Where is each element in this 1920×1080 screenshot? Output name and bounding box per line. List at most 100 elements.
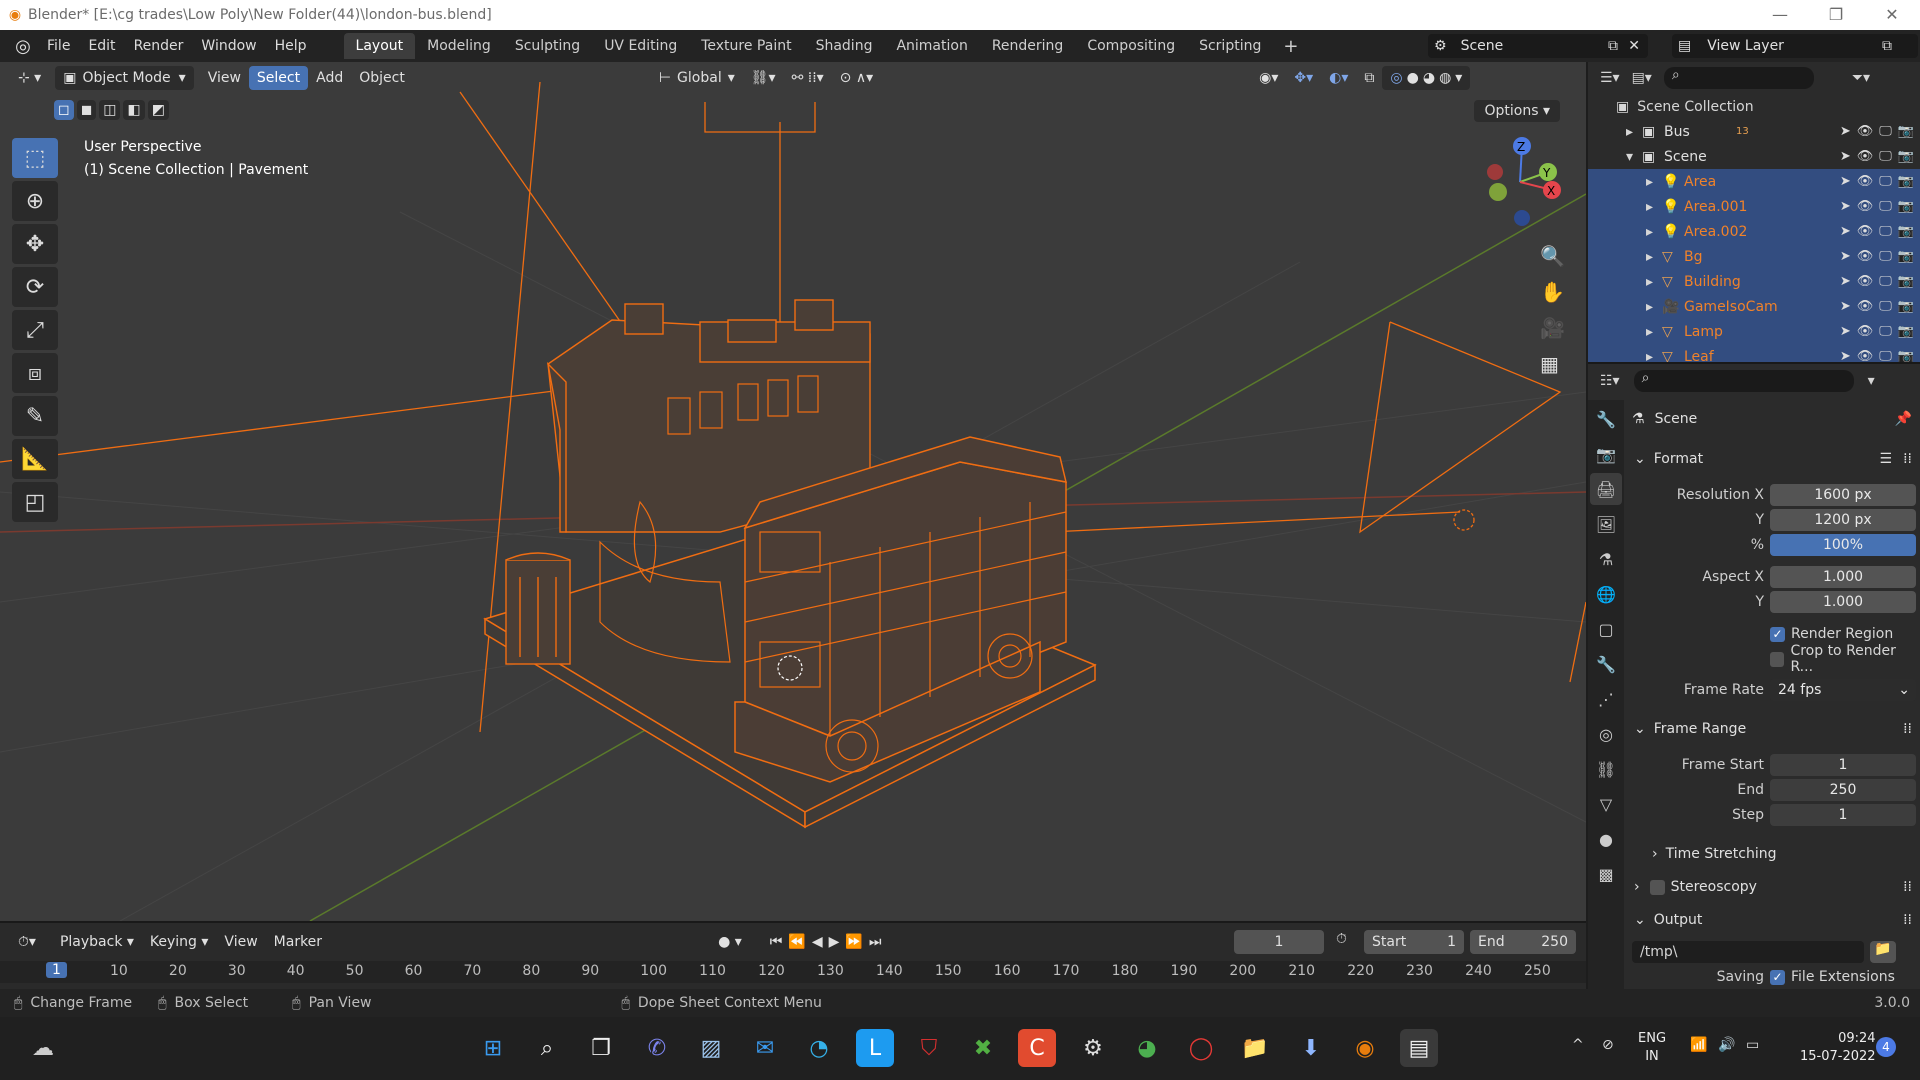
select-arrow-icon[interactable]: ➤ bbox=[1840, 174, 1851, 189]
monitor-icon[interactable]: 🖵 bbox=[1879, 149, 1892, 164]
stereoscopy-checkbox[interactable] bbox=[1649, 879, 1665, 895]
monitor-icon[interactable]: 🖵 bbox=[1879, 299, 1892, 314]
playhead-frame[interactable]: 1 bbox=[46, 962, 67, 978]
eye-icon[interactable]: 👁 bbox=[1857, 199, 1874, 214]
expand-arrow-right-icon[interactable]: ▸ bbox=[1646, 324, 1653, 340]
outliner-row[interactable]: ▸ 💡 Area ➤ 👁 🖵 📷 bbox=[1588, 169, 1920, 194]
data-tab-icon[interactable]: ▽ bbox=[1590, 788, 1622, 820]
expand-arrow-right-icon[interactable]: ▸ bbox=[1646, 274, 1653, 290]
camera-render-icon[interactable]: 📷 bbox=[1898, 174, 1914, 189]
pin-icon[interactable]: 📌 bbox=[1895, 411, 1912, 427]
outliner-search-input[interactable]: ⌕ bbox=[1663, 67, 1814, 89]
volume-icon[interactable]: 🔊 bbox=[1718, 1037, 1735, 1053]
app-launcher-icon[interactable]: ⬇ bbox=[1292, 1029, 1330, 1067]
select-arrow-icon[interactable]: ➤ bbox=[1840, 124, 1851, 139]
monitor-icon[interactable]: 🖵 bbox=[1879, 274, 1892, 289]
rendered-shading-icon[interactable]: ◍ bbox=[1439, 70, 1451, 86]
new-scene-icon[interactable]: ⧉ bbox=[1608, 38, 1618, 54]
mode-selector[interactable]: ▣ Object Mode ▾ bbox=[55, 66, 194, 90]
resolution-percentage-field[interactable]: 100% bbox=[1770, 534, 1916, 556]
tab-animation[interactable]: Animation bbox=[884, 33, 979, 59]
close-button[interactable]: ✕ bbox=[1864, 0, 1920, 30]
select-arrow-icon[interactable]: ➤ bbox=[1840, 274, 1851, 289]
properties-search-input[interactable]: ⌕ bbox=[1633, 370, 1854, 392]
select-invert-icon[interactable]: ◧ bbox=[123, 100, 145, 120]
timeline-menu-marker[interactable]: Marker bbox=[266, 930, 330, 954]
play-icon[interactable]: ▶ bbox=[829, 934, 846, 950]
crop-to-render-region-checkbox[interactable]: Crop to Render R... bbox=[1770, 643, 1918, 675]
eye-icon[interactable]: 👁 bbox=[1857, 324, 1874, 339]
end-frame-field[interactable]: End 250 bbox=[1470, 930, 1576, 954]
expand-arrow-right-icon[interactable]: ▸ bbox=[1646, 174, 1653, 190]
shading-modes[interactable]: ◎ ● ◕ ◍ ▾ bbox=[1382, 66, 1471, 90]
eye-icon[interactable]: 👁 bbox=[1857, 274, 1874, 289]
presets-icon[interactable]: ☰ bbox=[1879, 451, 1892, 467]
jump-start-icon[interactable]: ⏮ bbox=[770, 934, 789, 950]
settings-gear-icon[interactable]: ⚙ bbox=[1074, 1029, 1112, 1067]
proportional-edit-icon[interactable]: ⊙ ∧▾ bbox=[832, 66, 881, 90]
clock[interactable]: 09:24 15-07-2022 bbox=[1800, 1030, 1876, 1066]
format-section-header[interactable]: ⌄ Format ☰ ⁞⁞ bbox=[1628, 444, 1918, 474]
outliner-row[interactable]: ▸ ▽ Lamp ➤ 👁 🖵 📷 bbox=[1588, 319, 1920, 344]
camera-render-icon[interactable]: 📷 bbox=[1898, 299, 1914, 314]
menu-window[interactable]: Window bbox=[192, 38, 265, 54]
display-mode-icon[interactable]: ▤▾ bbox=[1632, 70, 1652, 86]
monitor-icon[interactable]: 🖵 bbox=[1879, 324, 1892, 339]
expand-arrow-right-icon[interactable]: ▸ bbox=[1646, 249, 1653, 265]
edge-browser-icon[interactable]: ◔ bbox=[800, 1029, 838, 1067]
expand-arrow-right-icon[interactable]: ▸ bbox=[1646, 349, 1653, 363]
app-l-icon[interactable]: L bbox=[856, 1029, 894, 1067]
language-indicator[interactable]: ENG IN bbox=[1638, 1030, 1666, 1066]
eye-icon[interactable]: 👁 bbox=[1857, 299, 1874, 314]
add-workspace-icon[interactable]: + bbox=[1273, 36, 1308, 57]
gizmo-toggle-icon[interactable]: ✥▾ bbox=[1286, 66, 1321, 90]
app-c-icon[interactable]: C bbox=[1018, 1029, 1056, 1067]
active-app-icon[interactable]: ▤ bbox=[1400, 1029, 1438, 1067]
record-keyframe-icon[interactable]: ● ▾ bbox=[710, 930, 750, 954]
menu-render[interactable]: Render bbox=[125, 38, 193, 54]
overlay-toggle-icon[interactable]: ◐▾ bbox=[1321, 66, 1356, 90]
tab-sculpting[interactable]: Sculpting bbox=[503, 33, 592, 59]
expand-arrow-down-icon[interactable]: ▾ bbox=[1626, 149, 1633, 165]
viewport-menu-view[interactable]: View bbox=[200, 66, 249, 90]
frame-range-section-header[interactable]: ⌄ Frame Range ⁞⁞ bbox=[1628, 714, 1918, 744]
file-explorer-icon[interactable]: 📁 bbox=[1236, 1029, 1274, 1067]
view-layer-tab-icon[interactable]: 🖼 bbox=[1590, 508, 1622, 540]
physics-tab-icon[interactable]: ◎ bbox=[1590, 718, 1622, 750]
output-path-field[interactable]: /tmp\ bbox=[1632, 941, 1864, 963]
aspect-x-field[interactable]: 1.000 bbox=[1770, 566, 1916, 588]
chevron-down-icon[interactable]: ▾ bbox=[1868, 373, 1875, 389]
viewport-menu-object[interactable]: Object bbox=[351, 66, 413, 90]
frame-start-field[interactable]: 1 bbox=[1770, 754, 1916, 776]
current-frame-field[interactable]: 1 bbox=[1234, 930, 1324, 954]
annotate-tool-icon[interactable]: ✎ bbox=[12, 396, 58, 436]
tab-scripting[interactable]: Scripting bbox=[1187, 33, 1273, 59]
select-arrow-icon[interactable]: ➤ bbox=[1840, 324, 1851, 339]
tab-rendering[interactable]: Rendering bbox=[980, 33, 1076, 59]
monitor-icon[interactable]: 🖵 bbox=[1879, 174, 1892, 189]
drag-handle-icon[interactable]: ⁞⁞ bbox=[1903, 912, 1912, 928]
transform-orientation[interactable]: ⊢ Global ▾ bbox=[651, 66, 743, 90]
output-section-header[interactable]: ⌄ Output ⁞⁞ bbox=[1628, 905, 1918, 935]
snap-icon[interactable]: ⚯ ⁞⁞▾ bbox=[784, 66, 832, 90]
expand-arrow-right-icon[interactable]: ▸ bbox=[1626, 124, 1633, 140]
material-tab-icon[interactable]: ● bbox=[1590, 823, 1622, 855]
filter-icon[interactable]: ⏷▾ bbox=[1852, 70, 1870, 86]
render-tab-icon[interactable]: 📷 bbox=[1590, 438, 1622, 470]
photos-icon[interactable]: ▨ bbox=[692, 1029, 730, 1067]
frame-step-field[interactable]: 1 bbox=[1770, 804, 1916, 826]
select-box-tool-icon[interactable]: ⬚ bbox=[12, 138, 58, 178]
rotate-tool-icon[interactable]: ⟳ bbox=[12, 267, 58, 307]
scene-tab-icon[interactable]: ⚗ bbox=[1590, 543, 1622, 575]
ortho-toggle-icon[interactable]: ▦ bbox=[1540, 352, 1565, 376]
chrome-icon[interactable]: ◕ bbox=[1128, 1029, 1166, 1067]
scale-tool-icon[interactable]: ⤢ bbox=[12, 310, 58, 350]
monitor-icon[interactable]: 🖵 bbox=[1879, 249, 1892, 264]
select-subtract-icon[interactable]: ◫ bbox=[99, 100, 121, 120]
new-view-layer-icon[interactable]: ⧉ bbox=[1882, 38, 1892, 54]
output-tab-icon[interactable]: 🖨 bbox=[1590, 473, 1622, 505]
folder-icon[interactable]: 📁 bbox=[1870, 941, 1896, 963]
camera-render-icon[interactable]: 📷 bbox=[1898, 124, 1914, 139]
timeline-menu-playback[interactable]: Playback ▾ bbox=[52, 930, 142, 954]
chat-icon[interactable]: ✆ bbox=[638, 1029, 676, 1067]
